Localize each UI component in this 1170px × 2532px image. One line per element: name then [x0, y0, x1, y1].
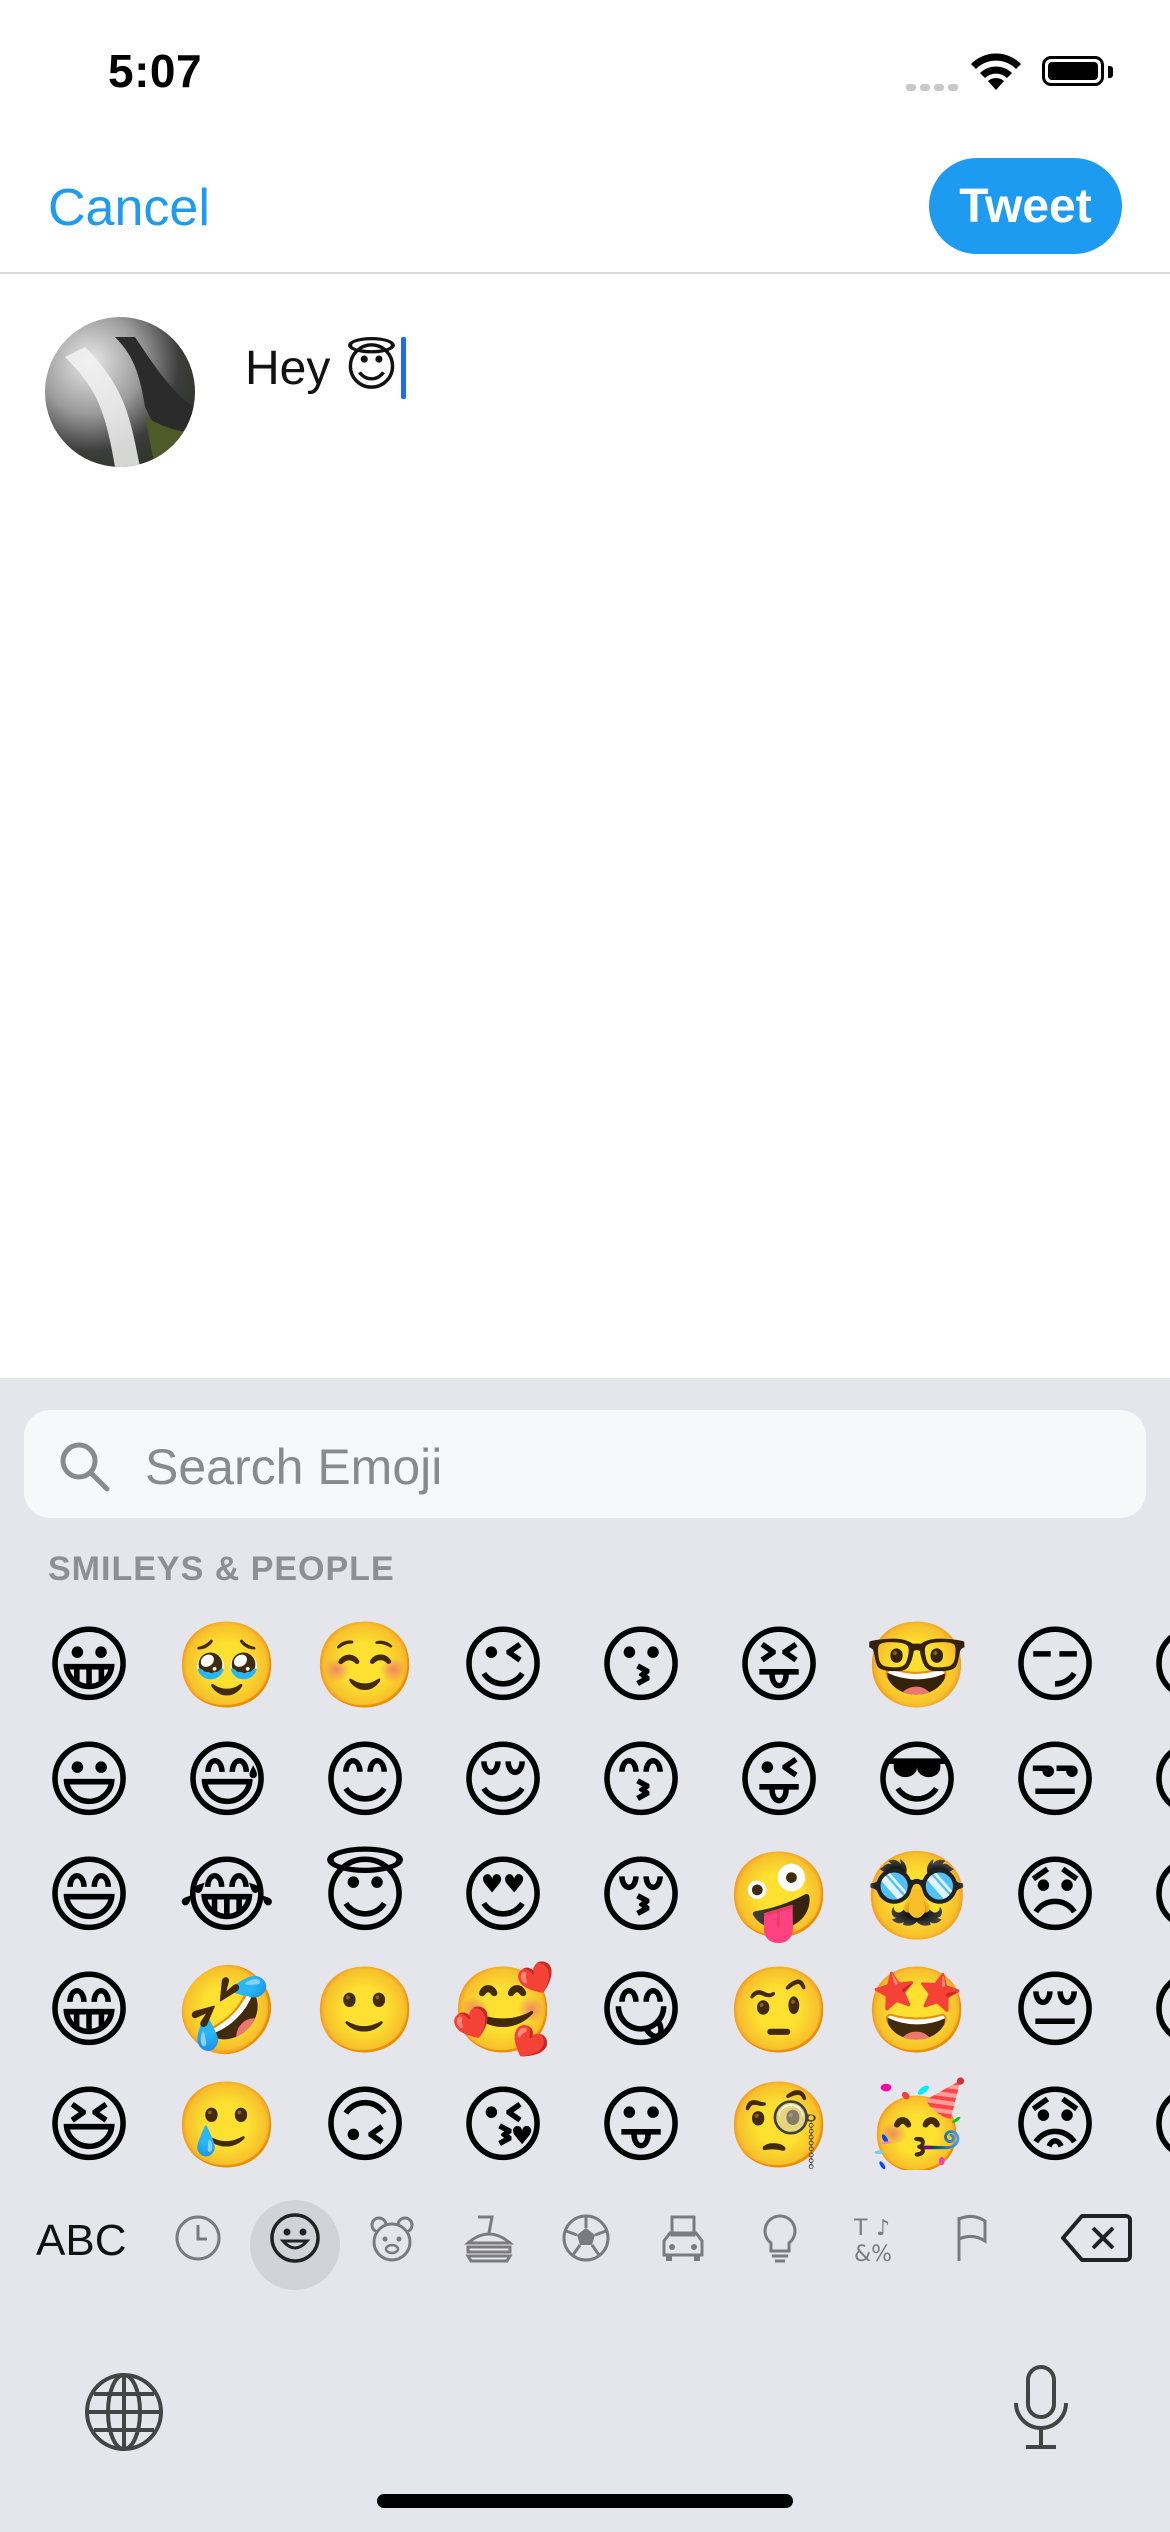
emoji-key[interactable]: 🥹 [158, 1610, 296, 1725]
emoji-key[interactable]: 😞 [986, 1840, 1124, 1955]
emoji-key[interactable]: 😚 [572, 1840, 710, 1955]
emoji-key[interactable]: 😕 [1124, 2070, 1170, 2170]
wifi-icon [968, 52, 1024, 97]
emoji-key[interactable]: 🤨 [710, 1955, 848, 2070]
emoji-key[interactable]: 😒 [1124, 1610, 1170, 1725]
emoji-key[interactable]: 😛 [572, 2070, 710, 2170]
emoji-key[interactable]: 🤩 [848, 1955, 986, 2070]
emoji-key[interactable]: 🤣 [158, 1955, 296, 2070]
emoji-grid: 😀🥹☺️😉😗😝🤓😏😒😃😅😊😌😙😜😎😒😞😄😂😇😍😚🤪🥸😞😔😁🤣🙂🥰😋🤨🤩😔😟😆🥲🙃… [20, 1610, 1170, 2170]
emoji-key[interactable]: 🤓 [848, 1610, 986, 1725]
activity-icon[interactable] [556, 2208, 616, 2268]
cancel-button[interactable]: Cancel [48, 178, 210, 238]
emoji-key[interactable]: 😒 [986, 1725, 1124, 1840]
status-time: 5:07 [108, 45, 203, 97]
emoji-key[interactable]: 😂 [158, 1840, 296, 1955]
smileys-icon[interactable] [265, 2208, 325, 2268]
cellular-signal-icon [906, 78, 962, 96]
emoji-key[interactable]: 🥸 [848, 1840, 986, 1955]
emoji-row: 😁🤣🙂🥰😋🤨🤩😔😟 [20, 1955, 1170, 2070]
emoji-key[interactable]: 😟 [986, 2070, 1124, 2170]
emoji-key[interactable]: 😁 [20, 1955, 158, 2070]
animals-icon[interactable] [362, 2208, 422, 2268]
svg-text:♪: ♪ [876, 2216, 890, 2241]
emoji-row: 😀🥹☺️😉😗😝🤓😏😒 [20, 1610, 1170, 1725]
tweet-button[interactable]: Tweet [929, 158, 1122, 254]
emoji-key[interactable]: 🤪 [710, 1840, 848, 1955]
home-indicator [377, 2494, 793, 2508]
emoji-key[interactable]: 😜 [710, 1725, 848, 1840]
food-icon[interactable] [459, 2208, 519, 2268]
emoji-key[interactable]: 😀 [20, 1610, 158, 1725]
search-placeholder: Search Emoji [145, 1439, 443, 1495]
emoji-key[interactable]: 😘 [434, 2070, 572, 2170]
emoji-key[interactable]: 😉 [434, 1610, 572, 1725]
delete-key[interactable] [1060, 2212, 1132, 2269]
travel-icon[interactable] [653, 2208, 713, 2268]
emoji-key[interactable]: 😏 [986, 1610, 1124, 1725]
emoji-row: 😄😂😇😍😚🤪🥸😞😔 [20, 1840, 1170, 1955]
svg-text:&%: &% [854, 2242, 892, 2265]
emoji-key[interactable]: 😔 [986, 1955, 1124, 2070]
emoji-row: 😆🥲🙃😘😛🧐🥳😟😕 [20, 2070, 1170, 2170]
compose-text-value: Hey [245, 341, 331, 395]
emoji-key[interactable]: 😌 [434, 1725, 572, 1840]
emoji-key[interactable]: 🥲 [158, 2070, 296, 2170]
symbols-icon[interactable]: T ♪ &% [847, 2208, 907, 2268]
emoji-key[interactable]: 🥳 [848, 2070, 986, 2170]
objects-icon[interactable] [750, 2208, 810, 2268]
battery-icon [1042, 56, 1104, 86]
emoji-key[interactable]: 🙃 [296, 2070, 434, 2170]
nav-divider [0, 272, 1170, 274]
microphone-icon[interactable] [1010, 2363, 1072, 2458]
emoji-key[interactable]: 😊 [296, 1725, 434, 1840]
emoji-key[interactable]: 😝 [710, 1610, 848, 1725]
emoji-key[interactable]: 🙂 [296, 1955, 434, 2070]
compose-emoji: 😇 [344, 339, 399, 397]
emoji-key[interactable]: 😞 [1124, 1725, 1170, 1840]
flags-icon[interactable] [944, 2208, 1004, 2268]
emoji-section-title: SMILEYS & PEOPLE [48, 1550, 395, 1588]
abc-key[interactable]: ABC [36, 2216, 126, 2266]
emoji-key[interactable]: 😄 [20, 1840, 158, 1955]
emoji-key[interactable]: 😎 [848, 1725, 986, 1840]
emoji-key[interactable]: 😔 [1124, 1840, 1170, 1955]
globe-icon[interactable] [82, 2370, 166, 2459]
battery-nub [1108, 66, 1113, 78]
search-icon [58, 1440, 112, 1499]
emoji-key[interactable]: 😍 [434, 1840, 572, 1955]
emoji-key[interactable]: 😙 [572, 1725, 710, 1840]
text-caret [400, 337, 406, 399]
tweet-compose-text[interactable]: Hey 😇 [245, 337, 406, 399]
emoji-key[interactable]: 😋 [572, 1955, 710, 2070]
recent-icon[interactable] [168, 2208, 228, 2268]
emoji-key[interactable]: 🧐 [710, 2070, 848, 2170]
emoji-row: 😃😅😊😌😙😜😎😒😞 [20, 1725, 1170, 1840]
svg-text:T: T [853, 2216, 868, 2241]
emoji-key[interactable]: 😇 [296, 1840, 434, 1955]
emoji-key[interactable]: 😟 [1124, 1955, 1170, 2070]
emoji-key[interactable]: 😗 [572, 1610, 710, 1725]
emoji-key[interactable]: 😅 [158, 1725, 296, 1840]
avatar[interactable] [45, 317, 195, 467]
emoji-key[interactable]: 😃 [20, 1725, 158, 1840]
emoji-key[interactable]: 😆 [20, 2070, 158, 2170]
emoji-key[interactable]: 🥰 [434, 1955, 572, 2070]
emoji-key[interactable]: ☺️ [296, 1610, 434, 1725]
